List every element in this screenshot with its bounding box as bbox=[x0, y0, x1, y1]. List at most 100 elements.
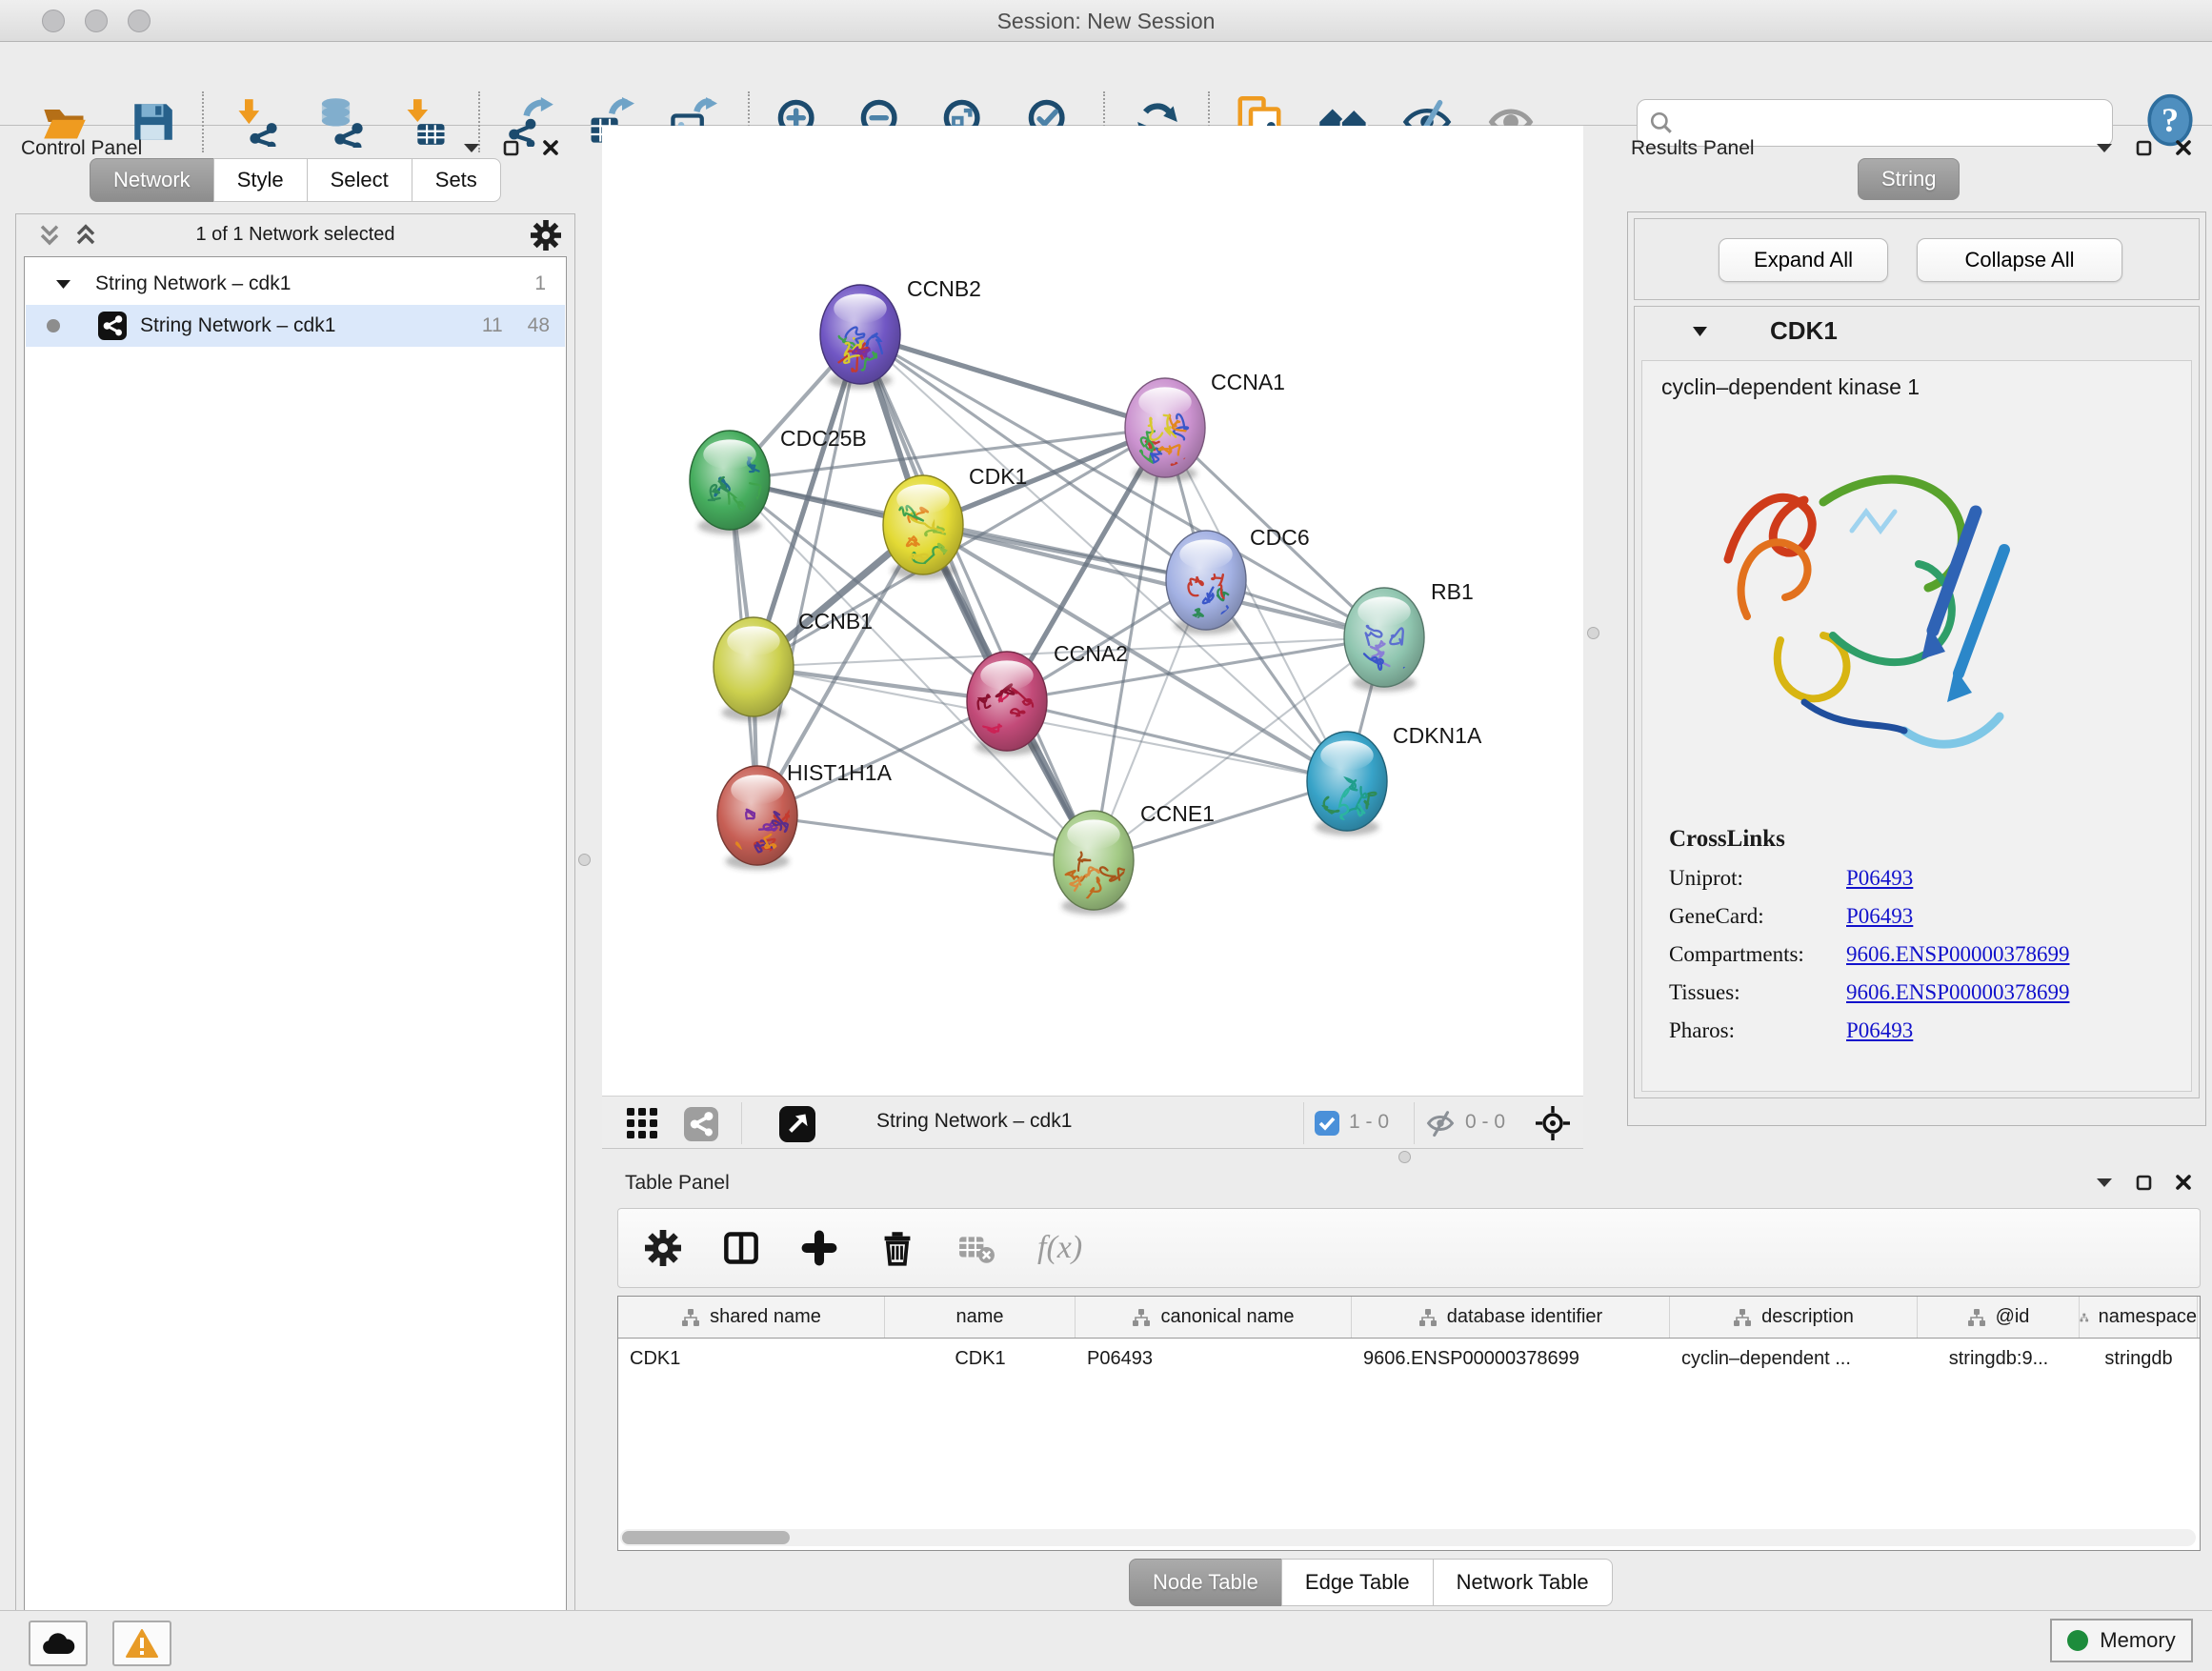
hidden-eye-slash-icon[interactable] bbox=[1425, 1109, 1456, 1137]
horizontal-splitter-grip[interactable] bbox=[1398, 1151, 1411, 1163]
network-options-gear-icon[interactable] bbox=[531, 220, 561, 251]
panel-menu-icon[interactable] bbox=[2096, 142, 2113, 153]
tab-sets[interactable]: Sets bbox=[412, 158, 501, 202]
collapse-section-icon[interactable] bbox=[1692, 326, 1708, 337]
float-panel-icon[interactable] bbox=[2136, 140, 2152, 156]
close-panel-icon[interactable] bbox=[542, 139, 559, 156]
delete-column-trash-icon[interactable] bbox=[879, 1230, 915, 1266]
open-in-window-icon[interactable] bbox=[779, 1106, 815, 1142]
protein-header-row[interactable]: CDK1 bbox=[1635, 307, 2199, 356]
network-edge[interactable] bbox=[1007, 701, 1347, 781]
node-label: CCNB1 bbox=[798, 609, 873, 634]
collection-count: 1 bbox=[534, 272, 546, 295]
expand-all-button[interactable]: Expand All bbox=[1719, 238, 1888, 282]
crosslink-row: Pharos:P06493 bbox=[1669, 1018, 2191, 1043]
panel-menu-icon[interactable] bbox=[2096, 1177, 2113, 1188]
main-toolbar: ? bbox=[0, 42, 2212, 126]
tab-style[interactable]: Style bbox=[213, 158, 308, 202]
crosslink-link[interactable]: 9606.ENSP00000378699 bbox=[1846, 980, 2070, 1005]
function-builder-icon[interactable]: f(x) bbox=[1037, 1230, 1082, 1266]
tab-node-table[interactable]: Node Table bbox=[1129, 1559, 1282, 1606]
node-label: CDK1 bbox=[969, 464, 1027, 489]
column-tree-icon bbox=[1418, 1308, 1438, 1327]
grid-view-icon[interactable] bbox=[627, 1108, 659, 1140]
tab-select[interactable]: Select bbox=[307, 158, 412, 202]
fit-selection-crosshair-icon[interactable] bbox=[1536, 1106, 1570, 1140]
scrollbar-thumb[interactable] bbox=[622, 1531, 790, 1544]
network-edge[interactable] bbox=[757, 334, 860, 815]
network-node-CCNE1[interactable] bbox=[1054, 811, 1134, 915]
table-panel-tabs: Node Table Edge Table Network Table bbox=[1129, 1559, 1613, 1606]
selected-checkbox-icon[interactable] bbox=[1315, 1111, 1339, 1136]
network-edge[interactable] bbox=[860, 334, 1094, 860]
column-header--id[interactable]: @id bbox=[1918, 1297, 2080, 1338]
results-panel: Results Panel String Expand All Collapse… bbox=[1619, 126, 2212, 1136]
column-header-namespace[interactable]: namespace bbox=[2080, 1297, 2198, 1338]
crosslinks-heading: CrossLinks bbox=[1669, 826, 1785, 853]
vertical-splitter-grip[interactable] bbox=[1587, 627, 1599, 639]
table-options-gear-icon[interactable] bbox=[645, 1230, 681, 1266]
memory-status-dot bbox=[2067, 1630, 2088, 1651]
close-panel-icon[interactable] bbox=[2175, 139, 2192, 156]
network-node-CCNB2[interactable] bbox=[820, 285, 900, 389]
table-row[interactable]: CDK1CDK1P064939606.ENSP00000378699cyclin… bbox=[618, 1339, 2200, 1379]
tab-string[interactable]: String bbox=[1858, 158, 1960, 200]
float-panel-icon[interactable] bbox=[2136, 1175, 2152, 1191]
network-tree-row-selected[interactable]: String Network – cdk1 11 48 bbox=[26, 305, 565, 347]
crosslink-label: GeneCard: bbox=[1669, 904, 1846, 929]
tab-edge-table[interactable]: Edge Table bbox=[1281, 1559, 1434, 1606]
tree-expander-icon[interactable] bbox=[56, 279, 70, 290]
network-node-CCNA1[interactable] bbox=[1125, 378, 1205, 482]
table-header-row: shared namenamecanonical namedatabase id… bbox=[618, 1297, 2200, 1339]
network-canvas[interactable]: CCNB2CCNA1CDC25BCDK1CDC6RB1CCNB1CCNA2CDK… bbox=[602, 126, 1583, 1096]
add-column-icon[interactable] bbox=[801, 1230, 837, 1266]
horizontal-scrollbar[interactable] bbox=[620, 1529, 2196, 1546]
cloud-icon bbox=[41, 1631, 75, 1656]
cloud-status-button[interactable] bbox=[29, 1621, 88, 1666]
show-columns-icon[interactable] bbox=[723, 1230, 759, 1266]
protein-description: cyclin–dependent kinase 1 bbox=[1661, 374, 1920, 400]
network-label: String Network – cdk1 bbox=[140, 314, 335, 337]
node-label: HIST1H1A bbox=[787, 760, 893, 785]
delete-table-icon[interactable] bbox=[957, 1230, 995, 1266]
panel-menu-icon[interactable] bbox=[463, 142, 480, 153]
memory-button[interactable]: Memory bbox=[2050, 1619, 2193, 1662]
crosslink-link[interactable]: P06493 bbox=[1846, 1018, 1913, 1043]
tab-network-table[interactable]: Network Table bbox=[1433, 1559, 1613, 1606]
column-header-name[interactable]: name bbox=[885, 1297, 1076, 1338]
collapse-all-button[interactable]: Collapse All bbox=[1917, 238, 2122, 282]
table-body: CDK1CDK1P064939606.ENSP00000378699cyclin… bbox=[618, 1339, 2200, 1379]
crosslinks-list: Uniprot:P06493GeneCard:P06493Compartment… bbox=[1642, 853, 2191, 1043]
results-panel-window-controls bbox=[2096, 139, 2192, 156]
column-header-database-identifier[interactable]: database identifier bbox=[1352, 1297, 1670, 1338]
network-node-CDKN1A[interactable] bbox=[1307, 732, 1387, 836]
status-bar: Memory bbox=[0, 1610, 2212, 1671]
column-header-shared-name[interactable]: shared name bbox=[618, 1297, 885, 1338]
network-edge[interactable] bbox=[757, 815, 1094, 860]
column-header-description[interactable]: description bbox=[1670, 1297, 1918, 1338]
network-share-view-icon[interactable] bbox=[684, 1107, 718, 1141]
tab-network[interactable]: Network bbox=[90, 158, 214, 202]
crosslink-link[interactable]: P06493 bbox=[1846, 866, 1913, 891]
node-count: 11 bbox=[482, 314, 503, 337]
network-tree-root-row[interactable]: String Network – cdk1 1 bbox=[26, 263, 565, 305]
memory-label: Memory bbox=[2100, 1628, 2175, 1653]
crosslink-link[interactable]: 9606.ENSP00000378699 bbox=[1846, 942, 2070, 967]
vertical-splitter-grip[interactable] bbox=[578, 854, 591, 866]
column-header-canonical-name[interactable]: canonical name bbox=[1076, 1297, 1352, 1338]
network-edge[interactable] bbox=[860, 334, 1165, 428]
node-table: shared namenamecanonical namedatabase id… bbox=[617, 1296, 2201, 1551]
network-node-CDC25B[interactable] bbox=[690, 431, 770, 534]
edge-count: 48 bbox=[528, 314, 550, 337]
table-cell: CDK1 bbox=[885, 1339, 1076, 1379]
control-panel-tabs: Network Style Select Sets bbox=[90, 158, 501, 202]
close-panel-icon[interactable] bbox=[2175, 1174, 2192, 1191]
network-node-RB1[interactable] bbox=[1344, 588, 1424, 692]
crosslink-link[interactable]: P06493 bbox=[1846, 904, 1913, 929]
window-title: Session: New Session bbox=[0, 0, 2212, 42]
node-label: CDC25B bbox=[780, 426, 867, 451]
control-panel-window-controls bbox=[463, 139, 559, 156]
warnings-button[interactable] bbox=[112, 1621, 171, 1666]
network-node-HIST1H1A[interactable] bbox=[717, 766, 797, 870]
float-panel-icon[interactable] bbox=[503, 140, 519, 156]
